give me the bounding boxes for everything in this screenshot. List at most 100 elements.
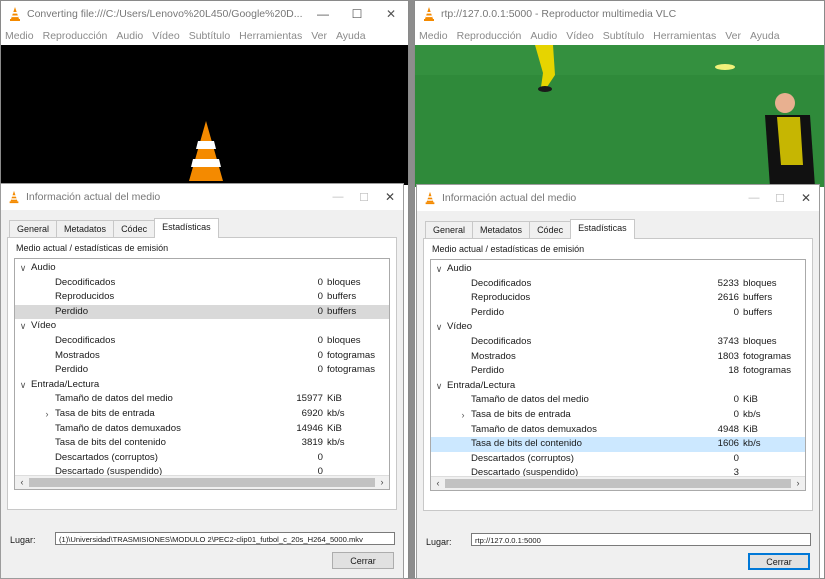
tab-general[interactable]: General bbox=[9, 220, 58, 238]
menu-audio[interactable]: Audio bbox=[530, 30, 557, 42]
tree-stat-row[interactable]: Tamaño de datos demuxados 4948 KiB bbox=[431, 423, 805, 438]
row-label: Tasa de bits de entrada bbox=[471, 409, 571, 420]
cerrar-button[interactable]: Cerrar bbox=[332, 552, 394, 569]
collapse-chevron-icon[interactable]: ∨ bbox=[17, 378, 29, 393]
row-label: Tasa de bits de entrada bbox=[55, 408, 155, 419]
row-unit: KiB bbox=[743, 394, 758, 406]
tree-stat-row[interactable]: Decodificados 3743 bloques bbox=[431, 335, 805, 350]
row-label: Vídeo bbox=[31, 320, 57, 332]
collapse-chevron-icon[interactable]: ∨ bbox=[433, 320, 445, 335]
row-unit: fotogramas bbox=[327, 349, 375, 361]
maximize-button[interactable]: ☐ bbox=[351, 191, 377, 204]
tab-codec[interactable]: Códec bbox=[113, 220, 156, 238]
tab-estadisticas[interactable]: Estadísticas bbox=[570, 219, 635, 239]
minimize-button[interactable]: — bbox=[306, 7, 340, 21]
menu-ayuda[interactable]: Ayuda bbox=[750, 30, 780, 42]
menu-ver[interactable]: Ver bbox=[311, 30, 327, 42]
row-value: 0 bbox=[733, 452, 739, 464]
lugar-field[interactable]: (1)\Universidad\TRASMISIONES\MODULO 2\PE… bbox=[55, 532, 395, 545]
close-button[interactable]: ✕ bbox=[377, 190, 403, 204]
collapse-chevron-icon[interactable]: ∨ bbox=[433, 262, 445, 277]
video-area[interactable] bbox=[415, 45, 824, 187]
row-label: Entrada/Lectura bbox=[31, 378, 100, 390]
menu-ayuda[interactable]: Ayuda bbox=[336, 30, 366, 42]
scrollbar-thumb[interactable] bbox=[445, 479, 791, 488]
menu-herramientas[interactable]: Herramientas bbox=[239, 30, 302, 42]
panel-title: Medio actual / estadísticas de emisión bbox=[432, 244, 585, 254]
scroll-left-icon[interactable]: ‹ bbox=[15, 476, 29, 489]
menu-reproduccion[interactable]: Reproducción bbox=[457, 30, 522, 42]
cerrar-button[interactable]: Cerrar bbox=[748, 553, 810, 570]
scroll-right-icon[interactable]: › bbox=[375, 476, 389, 489]
scrollbar-thumb[interactable] bbox=[29, 478, 375, 487]
row-value: 0 bbox=[317, 276, 323, 288]
menu-medio[interactable]: Medio bbox=[5, 30, 34, 42]
menu-herramientas[interactable]: Herramientas bbox=[653, 30, 716, 42]
tree-stat-row[interactable]: Perdido 0 buffers bbox=[431, 306, 805, 321]
collapse-chevron-icon[interactable]: ∨ bbox=[17, 319, 29, 334]
tree-stat-row[interactable]: Descartados (corruptos) 0 bbox=[15, 451, 389, 466]
menu-audio[interactable]: Audio bbox=[116, 30, 143, 42]
tree-stat-row[interactable]: Tamaño de datos del medio 0 KiB bbox=[431, 393, 805, 408]
maximize-button[interactable]: ☐ bbox=[767, 192, 793, 205]
close-button[interactable]: ✕ bbox=[793, 191, 819, 205]
tree-stat-row[interactable]: Perdido 18 fotogramas bbox=[431, 364, 805, 379]
minimize-button[interactable]: — bbox=[741, 192, 767, 204]
horizontal-scrollbar[interactable]: ‹ › bbox=[15, 475, 389, 489]
row-unit: kb/s bbox=[327, 437, 345, 449]
collapse-chevron-icon[interactable]: ∨ bbox=[433, 379, 445, 394]
maximize-button[interactable]: ☐ bbox=[340, 7, 374, 21]
tree-group-row[interactable]: ∨ Vídeo bbox=[431, 320, 805, 335]
tab-codec[interactable]: Códec bbox=[529, 221, 572, 239]
tree-stat-row[interactable]: Perdido 0 fotogramas bbox=[15, 363, 389, 378]
tree-stat-row[interactable]: Mostrados 0 fotogramas bbox=[15, 349, 389, 364]
tree-stat-row[interactable]: Mostrados 1803 fotogramas bbox=[431, 350, 805, 365]
collapse-chevron-icon[interactable]: ∨ bbox=[17, 261, 29, 276]
tab-estadisticas[interactable]: Estadísticas bbox=[154, 218, 219, 238]
tree-stat-row[interactable]: › Tasa de bits de entrada 6920 kb/s bbox=[15, 407, 389, 422]
lugar-field[interactable]: rtp://127.0.0.1:5000 bbox=[471, 533, 811, 546]
tree-group-row[interactable]: ∨ Audio bbox=[431, 262, 805, 277]
media-info-dialog-left: Información actual del medio — ☐ ✕ Gener… bbox=[0, 183, 404, 579]
row-unit: KiB bbox=[327, 393, 342, 405]
tree-group-row[interactable]: ∨ Vídeo bbox=[15, 319, 389, 334]
tab-general[interactable]: General bbox=[425, 221, 474, 239]
tree-stat-row[interactable]: Decodificados 0 bloques bbox=[15, 276, 389, 291]
tree-stat-row[interactable]: Reproducidos 2616 buffers bbox=[431, 291, 805, 306]
menu-medio[interactable]: Medio bbox=[419, 30, 448, 42]
expand-chevron-icon[interactable]: › bbox=[41, 407, 53, 422]
expand-chevron-icon[interactable]: › bbox=[457, 408, 469, 423]
menu-video[interactable]: Vídeo bbox=[566, 30, 593, 42]
stats-tree[interactable]: ∨ Audio Decodificados 5233 bloques Reproducid… bbox=[430, 259, 806, 491]
tree-stat-row[interactable]: › Tasa de bits de entrada 0 kb/s bbox=[431, 408, 805, 423]
menu-ver[interactable]: Ver bbox=[725, 30, 741, 42]
menu-subtitulo[interactable]: Subtítulo bbox=[603, 30, 644, 42]
tab-metadatos[interactable]: Metadatos bbox=[56, 220, 115, 238]
scroll-left-icon[interactable]: ‹ bbox=[431, 477, 445, 490]
title-bar: rtp://127.0.0.1:5000 - Reproductor multi… bbox=[415, 1, 824, 27]
tree-stat-row[interactable]: Tasa de bits del contenido 1606 kb/s bbox=[431, 437, 805, 452]
minimize-button[interactable]: — bbox=[325, 191, 351, 203]
tree-stat-row[interactable]: Tasa de bits del contenido 3819 kb/s bbox=[15, 436, 389, 451]
tree-group-row[interactable]: ∨ Entrada/Lectura bbox=[15, 378, 389, 393]
menu-subtitulo[interactable]: Subtítulo bbox=[189, 30, 230, 42]
tree-group-row[interactable]: ∨ Audio bbox=[15, 261, 389, 276]
row-label: Tamaño de datos demuxados bbox=[471, 423, 597, 435]
stats-tree[interactable]: ∨ Audio Decodificados 0 bloques Reproducidos 0… bbox=[14, 258, 390, 490]
tab-metadatos[interactable]: Metadatos bbox=[472, 221, 531, 239]
tree-stat-row[interactable]: Reproducidos 0 buffers bbox=[15, 290, 389, 305]
scroll-right-icon[interactable]: › bbox=[791, 477, 805, 490]
tree-group-row[interactable]: ∨ Entrada/Lectura bbox=[431, 379, 805, 394]
horizontal-scrollbar[interactable]: ‹ › bbox=[431, 476, 805, 490]
row-unit: buffers bbox=[327, 291, 357, 303]
tree-stat-row[interactable]: Decodificados 5233 bloques bbox=[431, 277, 805, 292]
video-area[interactable] bbox=[1, 45, 408, 185]
close-button[interactable]: ✕ bbox=[374, 7, 408, 21]
tree-stat-row[interactable]: Tamaño de datos demuxados 14946 KiB bbox=[15, 422, 389, 437]
menu-reproduccion[interactable]: Reproducción bbox=[43, 30, 108, 42]
tree-stat-row[interactable]: Descartados (corruptos) 0 bbox=[431, 452, 805, 467]
tree-stat-row[interactable]: Tamaño de datos del medio 15977 KiB bbox=[15, 392, 389, 407]
tree-stat-row[interactable]: Decodificados 0 bloques bbox=[15, 334, 389, 349]
tree-stat-row[interactable]: Perdido 0 buffers bbox=[15, 304, 389, 320]
menu-video[interactable]: Vídeo bbox=[152, 30, 179, 42]
